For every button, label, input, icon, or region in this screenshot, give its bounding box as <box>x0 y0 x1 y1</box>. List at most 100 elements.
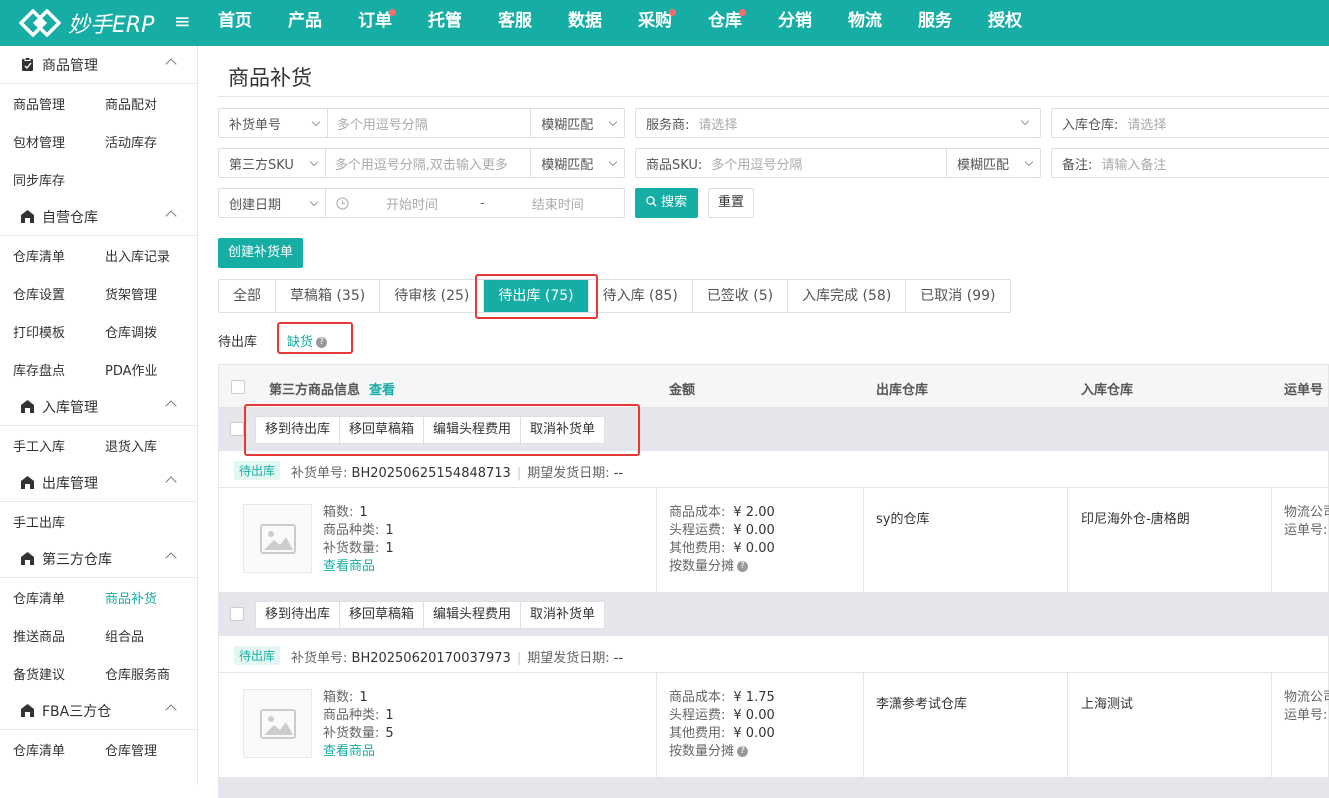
column-divider <box>1067 488 1068 592</box>
help-icon[interactable]: ? <box>737 746 749 757</box>
nav-item-label: 授权 <box>988 11 1022 31</box>
date-field-select[interactable]: 创建日期 <box>219 189 326 217</box>
product-sku-match-select[interactable]: 模糊匹配 <box>946 149 1040 177</box>
third-sku-match-select[interactable]: 模糊匹配 <box>530 149 624 177</box>
create-replenish-button[interactable]: 创建补货单 <box>218 238 303 268</box>
nav-item[interactable]: 客服 <box>480 0 550 46</box>
nav-item[interactable]: 服务 <box>900 0 970 46</box>
status-tab[interactable]: 草稿箱 (35) <box>276 280 381 312</box>
sidebar-item[interactable]: 仓库管理 <box>92 740 184 759</box>
sidebar-item[interactable]: 仓库设置 <box>0 284 92 303</box>
sidebar-group-title: 第三方仓库 <box>42 551 112 568</box>
reset-button[interactable]: 重置 <box>708 188 754 218</box>
replenish-no-field-select[interactable]: 补货单号 <box>219 109 328 137</box>
nav-item[interactable]: 采购 <box>620 0 690 46</box>
replenish-no-input[interactable]: 多个用逗号分隔 <box>328 114 530 133</box>
menu-toggle-icon[interactable]: ≡ <box>174 11 191 31</box>
product-sku-input[interactable]: 多个用逗号分隔 <box>702 154 936 173</box>
sidebar-item[interactable]: 仓库服务商 <box>92 664 184 683</box>
order-checkbox[interactable] <box>230 607 244 621</box>
chevron-up-icon[interactable] <box>165 552 177 564</box>
sidebar-item[interactable]: 推送商品 <box>0 626 92 645</box>
sidebar-group-header[interactable]: 第三方仓库 <box>0 540 197 578</box>
types-label: 商品种类: <box>323 523 380 538</box>
status-tab[interactable]: 全部 <box>219 280 276 312</box>
sidebar-group-header[interactable]: 自营仓库 <box>0 198 197 236</box>
view-link[interactable]: 查看 <box>369 379 395 398</box>
select-all-checkbox[interactable] <box>231 380 245 394</box>
sidebar-item[interactable]: 仓库调拨 <box>92 322 184 341</box>
sidebar-item[interactable]: 打印模板 <box>0 322 92 341</box>
third-sku-field-select[interactable]: 第三方SKU <box>219 149 326 177</box>
inbound-warehouse-select[interactable]: 入库仓库: 请选择 <box>1051 108 1329 138</box>
sidebar-item[interactable]: 手工入库 <box>0 436 92 455</box>
sidebar-group-header[interactable]: 入库管理 <box>0 388 197 426</box>
status-tab[interactable]: 待审核 (25) <box>380 280 485 312</box>
search-button[interactable]: 搜索 <box>635 188 698 218</box>
status-tab[interactable]: 已签收 (5) <box>692 280 789 312</box>
nav-item[interactable]: 授权 <box>970 0 1040 46</box>
status-tab[interactable]: 待入库 (85) <box>588 280 693 312</box>
remark-input[interactable]: 备注: 请输入备注 <box>1051 148 1329 178</box>
action-button[interactable]: 编辑头程费用 <box>424 602 522 628</box>
sidebar-item[interactable]: 出入库记录 <box>92 246 184 265</box>
chevron-up-icon[interactable] <box>165 704 177 716</box>
sidebar-item[interactable]: 组合品 <box>92 626 184 645</box>
chevron-up-icon[interactable] <box>165 58 177 70</box>
nav-item[interactable]: 订单 <box>340 0 410 46</box>
nav-item[interactable]: 仓库 <box>690 0 760 46</box>
sidebar-item[interactable]: 商品配对 <box>92 94 184 113</box>
sidebar-item[interactable]: 货架管理 <box>92 284 184 303</box>
sidebar-item[interactable]: 备货建议 <box>0 664 92 683</box>
sidebar-item[interactable]: 手工出库 <box>0 512 92 531</box>
help-icon[interactable]: ? <box>737 561 749 572</box>
status-tab[interactable]: 已取消 (99) <box>906 280 1010 312</box>
sidebar-item[interactable]: 库存盘点 <box>0 360 92 379</box>
inbound-warehouse: 印尼海外仓-唐格朗 <box>1081 512 1190 527</box>
status-tab[interactable]: 入库完成 (58) <box>788 280 907 312</box>
chevron-up-icon[interactable] <box>165 476 177 488</box>
action-button[interactable]: 移回草稿箱 <box>340 602 425 628</box>
sidebar-item[interactable]: 退货入库 <box>92 436 184 455</box>
start-date-input[interactable]: 开始时间 <box>377 194 438 213</box>
sidebar-row: 仓库清单 出入库记录 <box>0 236 197 274</box>
sidebar-item[interactable]: PDA作业 <box>92 360 184 379</box>
nav-item[interactable]: 托管 <box>410 0 480 46</box>
sidebar-item[interactable]: 仓库清单 <box>0 246 92 265</box>
sidebar-item[interactable]: 商品补货 <box>92 588 184 607</box>
brand-logo[interactable]: 妙手ERP <box>18 6 154 40</box>
product-thumbnail[interactable] <box>243 689 312 758</box>
provider-select[interactable]: 服务商: 请选择 <box>635 108 1041 138</box>
subtab-pending-out[interactable]: 待出库 <box>218 335 257 350</box>
sidebar-item[interactable]: 同步库存 <box>0 170 92 189</box>
nav-item[interactable]: 产品 <box>270 0 340 46</box>
freight-value: ¥ 0.00 <box>733 523 775 538</box>
chevron-up-icon[interactable] <box>165 400 177 412</box>
nav-item[interactable]: 首页 <box>200 0 270 46</box>
action-button[interactable]: 移到待出库 <box>256 602 341 628</box>
sidebar-item[interactable]: 活动库存 <box>92 132 184 151</box>
sidebar-item[interactable]: 包材管理 <box>0 132 92 151</box>
view-goods-link[interactable]: 查看商品 <box>323 558 394 576</box>
sidebar-item[interactable]: 仓库清单 <box>0 740 92 759</box>
order-checkbox[interactable] <box>230 422 244 436</box>
sidebar-item[interactable]: 商品管理 <box>0 94 92 113</box>
sidebar-group-header[interactable]: 商品管理 <box>0 46 197 84</box>
nav-item[interactable]: 分销 <box>760 0 830 46</box>
action-button[interactable]: 取消补货单 <box>521 602 604 628</box>
replenish-no-match-select[interactable]: 模糊匹配 <box>530 109 624 137</box>
sidebar-group-title: FBA三方仓 <box>42 703 112 720</box>
split-by-qty[interactable]: 按数量分摊 <box>669 559 734 574</box>
nav-item[interactable]: 物流 <box>830 0 900 46</box>
sidebar-group-header[interactable]: FBA三方仓 <box>0 692 197 730</box>
chevron-up-icon[interactable] <box>165 210 177 222</box>
end-date-input[interactable]: 结束时间 <box>523 194 584 213</box>
split-by-qty[interactable]: 按数量分摊 <box>669 744 734 759</box>
product-thumbnail[interactable] <box>243 504 312 573</box>
view-goods-link[interactable]: 查看商品 <box>323 743 394 761</box>
third-sku-input[interactable]: 多个用逗号分隔,双击输入更多 <box>326 154 530 173</box>
outbound-warehouse: sy的仓库 <box>876 512 930 527</box>
nav-item[interactable]: 数据 <box>550 0 620 46</box>
sidebar-item[interactable]: 仓库清单 <box>0 588 92 607</box>
sidebar-group-header[interactable]: 出库管理 <box>0 464 197 502</box>
